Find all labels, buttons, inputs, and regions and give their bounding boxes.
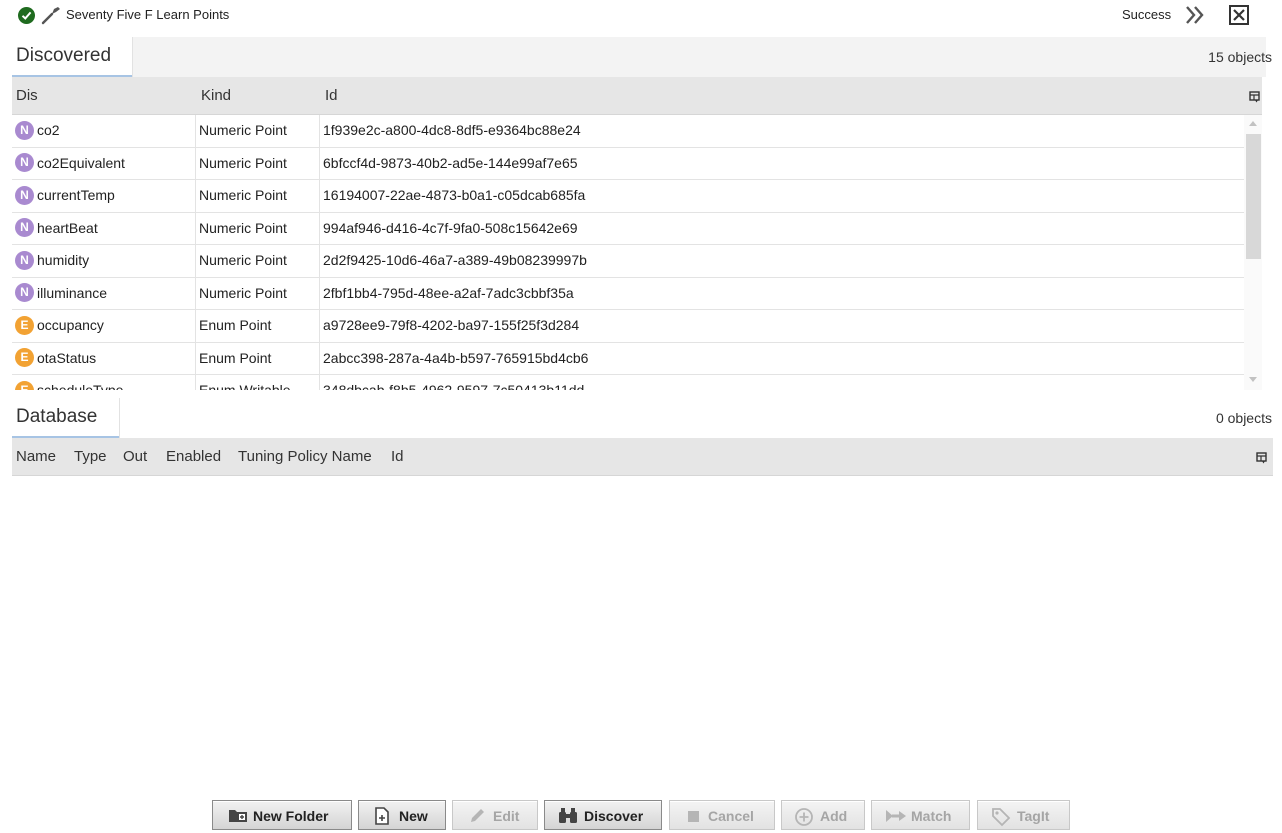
column-header-kind[interactable]: Kind xyxy=(201,87,231,104)
scroll-down-icon[interactable] xyxy=(1249,377,1257,382)
row-id: 994af946-d416-4c7f-9fa0-508c15642e69 xyxy=(323,219,578,236)
row-dis: scheduleType xyxy=(37,382,124,390)
table-row[interactable]: Nco2Equivalent Numeric Point 6bfccf4d-98… xyxy=(12,147,1244,180)
enum-point-icon: E xyxy=(15,348,34,368)
enum-point-icon: E xyxy=(15,315,34,335)
table-row[interactable]: NcurrentTemp Numeric Point 16194007-22ae… xyxy=(12,180,1244,213)
column-header-tuning-policy-name[interactable]: Tuning Policy Name xyxy=(238,448,372,465)
job-status: Success xyxy=(1122,7,1172,22)
double-chevron-right-icon[interactable] xyxy=(1184,4,1206,26)
table-row[interactable]: Nhumidity Numeric Point 2d2f9425-10d6-46… xyxy=(12,245,1244,278)
row-id: 2abcc398-287a-4a4b-b597-765915bd4cb6 xyxy=(323,349,589,366)
discover-button[interactable]: Discover xyxy=(544,800,662,830)
column-header-type[interactable]: Type xyxy=(74,448,107,465)
wrench-icon xyxy=(40,5,62,25)
column-header-out[interactable]: Out xyxy=(123,448,147,465)
column-header-id[interactable]: Id xyxy=(325,87,338,104)
numeric-point-icon: N xyxy=(15,250,34,270)
discovered-rows: Nco2 Numeric Point 1f939e2c-a800-4dc8-8d… xyxy=(12,115,1244,390)
new-folder-icon xyxy=(228,807,247,824)
tab-discovered[interactable]: Discovered xyxy=(12,37,133,77)
database-header: Database 0 objects xyxy=(12,398,1272,438)
row-kind: Enum Point xyxy=(196,310,320,342)
job-title: Seventy Five F Learn Points xyxy=(66,7,230,22)
column-header-dis[interactable]: Dis xyxy=(16,87,38,104)
discovered-header: Discovered 15 objects xyxy=(12,37,1272,77)
column-options-icon[interactable] xyxy=(1249,90,1261,103)
row-id: a9728ee9-79f8-4202-ba97-155f25f3d284 xyxy=(323,317,580,333)
edit-button[interactable]: Edit xyxy=(452,800,538,830)
row-dis: heartBeat xyxy=(37,219,98,236)
row-kind: Numeric Point xyxy=(196,147,320,180)
new-folder-button[interactable]: New Folder xyxy=(212,800,352,830)
binoculars-icon xyxy=(558,807,577,824)
row-dis: illuminance xyxy=(37,284,108,301)
pencil-icon xyxy=(468,807,486,824)
table-row[interactable]: EscheduleType Enum Writable 348dbcab-f8b… xyxy=(12,375,1244,390)
close-icon[interactable] xyxy=(1229,5,1249,25)
database-count: 0 objects xyxy=(1215,410,1272,426)
numeric-point-icon: N xyxy=(15,185,34,205)
tagit-button[interactable]: TagIt xyxy=(977,800,1070,830)
row-kind: Enum Writable xyxy=(196,375,320,390)
row-kind: Numeric Point xyxy=(196,245,320,277)
scroll-up-icon[interactable] xyxy=(1249,121,1257,126)
row-kind: Numeric Point xyxy=(196,212,320,245)
row-id: 2fbf1bb4-795d-48ee-a2af-7adc3cbbf35a xyxy=(323,284,574,301)
action-button-bar: New Folder New Edit Discover Cancel Add xyxy=(0,798,1282,832)
enum-point-icon: E xyxy=(15,380,34,390)
row-id: 2d2f9425-10d6-46a7-a389-49b08239997b xyxy=(323,252,587,268)
numeric-point-icon: N xyxy=(15,218,34,238)
numeric-point-icon: N xyxy=(15,283,34,303)
row-id: 348dbcab-f8b5-4962-9597-7c50413b11dd xyxy=(323,382,585,390)
table-row[interactable]: Nco2 Numeric Point 1f939e2c-a800-4dc8-8d… xyxy=(12,115,1244,148)
database-table-header: Name Type Out Enabled Tuning Policy Name… xyxy=(12,438,1273,476)
new-button[interactable]: New xyxy=(358,800,446,830)
column-options-icon[interactable] xyxy=(1256,451,1268,464)
row-kind: Numeric Point xyxy=(196,180,320,212)
match-arrow-icon xyxy=(885,807,906,824)
tag-icon xyxy=(991,807,1011,827)
numeric-point-icon: N xyxy=(15,120,34,140)
row-id: 6bfccf4d-9873-40b2-ad5e-144e99af7e65 xyxy=(323,154,578,171)
table-row[interactable]: EotaStatus Enum Point 2abcc398-287a-4a4b… xyxy=(12,342,1244,375)
success-check-icon xyxy=(18,7,35,24)
row-dis: humidity xyxy=(37,252,90,268)
column-header-id[interactable]: Id xyxy=(391,448,404,465)
row-dis: co2Equivalent xyxy=(37,154,125,171)
tab-database[interactable]: Database xyxy=(12,398,120,438)
add-button[interactable]: Add xyxy=(781,800,865,830)
table-row[interactable]: Nilluminance Numeric Point 2fbf1bb4-795d… xyxy=(12,277,1244,310)
row-kind: Enum Point xyxy=(196,342,320,375)
table-row[interactable]: NheartBeat Numeric Point 994af946-d416-4… xyxy=(12,212,1244,245)
row-dis: currentTemp xyxy=(37,187,115,203)
row-dis: occupancy xyxy=(37,317,104,333)
column-header-enabled[interactable]: Enabled xyxy=(166,448,221,465)
row-dis: co2 xyxy=(37,122,60,138)
discovered-scrollbar[interactable] xyxy=(1244,115,1262,390)
row-id: 16194007-22ae-4873-b0a1-c05dcab685fa xyxy=(323,187,586,203)
stop-icon xyxy=(685,807,703,824)
row-kind: Numeric Point xyxy=(196,115,320,147)
new-doc-icon xyxy=(374,807,392,825)
row-dis: otaStatus xyxy=(37,349,97,366)
plus-circle-icon xyxy=(794,807,813,826)
row-id: 1f939e2c-a800-4dc8-8df5-e9364bc88e24 xyxy=(323,122,581,138)
column-header-name[interactable]: Name xyxy=(16,448,56,465)
discovered-table-header: Dis Kind Id xyxy=(12,77,1262,115)
discovered-table: Dis Kind Id Nco2 Numeric Point 1f939e2c-… xyxy=(12,77,1262,390)
job-header: Seventy Five F Learn Points Success xyxy=(0,0,1282,32)
match-button[interactable]: Match xyxy=(871,800,970,830)
discovered-count: 15 objects xyxy=(1208,49,1272,65)
cancel-button[interactable]: Cancel xyxy=(669,800,775,830)
table-row[interactable]: Eoccupancy Enum Point a9728ee9-79f8-4202… xyxy=(12,310,1244,343)
row-kind: Numeric Point xyxy=(196,277,320,310)
scrollbar-thumb[interactable] xyxy=(1246,134,1261,259)
numeric-point-icon: N xyxy=(15,153,34,173)
